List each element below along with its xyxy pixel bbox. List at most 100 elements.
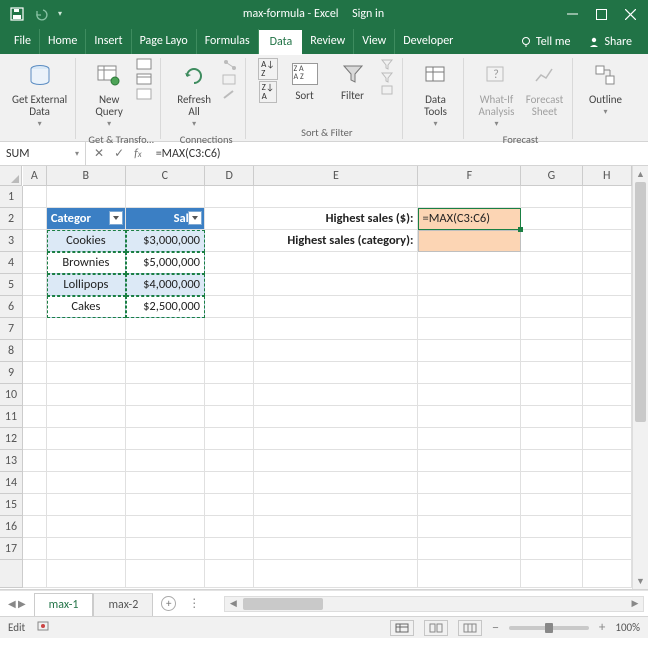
sheet-tab-max-2[interactable]: max-2	[93, 593, 153, 616]
reapply-icon[interactable]	[380, 71, 396, 83]
tab-developer[interactable]: Developer	[395, 29, 461, 54]
sort-desc-button[interactable]: Z↓A	[259, 81, 277, 103]
get-external-data-button[interactable]: Get External Data▾	[10, 58, 69, 131]
table-cell[interactable]: Cookies	[47, 230, 126, 252]
row-header[interactable]: 8	[0, 340, 22, 362]
row-header[interactable]: 15	[0, 494, 22, 516]
edit-links-icon[interactable]	[221, 88, 239, 102]
zoom-level[interactable]: 100%	[615, 621, 640, 634]
row-header[interactable]	[0, 560, 22, 588]
what-if-button[interactable]: ? What-If Analysis▾	[476, 58, 518, 131]
table-cell[interactable]: $3,000,000	[126, 230, 205, 252]
tab-data[interactable]: Data	[259, 30, 303, 55]
row-header[interactable]: 1	[0, 186, 22, 208]
hscroll-thumb[interactable]	[243, 598, 323, 610]
filter-dropdown-icon[interactable]	[109, 211, 123, 225]
outline-button[interactable]: Outline▾	[585, 58, 627, 119]
row-header[interactable]: 11	[0, 406, 22, 428]
scroll-thumb[interactable]	[635, 182, 646, 422]
minimize-icon[interactable]	[567, 9, 578, 20]
sign-in-link[interactable]: Sign in	[352, 7, 384, 21]
cell-area[interactable]: Categor Sales Highest sales ($): =MAX(C3…	[23, 186, 632, 588]
scroll-right-icon[interactable]: ▶	[627, 598, 643, 609]
col-header[interactable]: B	[47, 166, 126, 185]
row-header[interactable]: 17	[0, 538, 22, 560]
tab-home[interactable]: Home	[40, 29, 86, 54]
col-header[interactable]: G	[521, 166, 582, 185]
tab-pagelayout[interactable]: Page Layo	[132, 29, 197, 54]
sort-asc-button[interactable]: A↓Z	[258, 58, 277, 80]
cell-F3[interactable]	[418, 230, 521, 252]
col-header[interactable]: F	[418, 166, 521, 185]
normal-view-button[interactable]	[390, 620, 414, 636]
advanced-icon[interactable]	[380, 84, 396, 96]
formula-input[interactable]: =MAX(C3:C6)	[150, 147, 648, 161]
col-header[interactable]: D	[205, 166, 254, 185]
fx-icon[interactable]: fx	[134, 147, 142, 161]
recent-sources-icon[interactable]	[136, 88, 154, 102]
scroll-up-icon[interactable]: ▲	[633, 166, 648, 182]
col-header[interactable]: A	[23, 166, 47, 185]
filter-button[interactable]: Filter	[332, 58, 374, 104]
tab-review[interactable]: Review	[302, 29, 354, 54]
sheet-nav-buttons[interactable]: ◀ ▶	[0, 597, 34, 610]
filter-dropdown-icon[interactable]	[188, 211, 202, 225]
data-tools-button[interactable]: Data Tools▾	[415, 58, 457, 131]
row-header[interactable]: 2	[0, 208, 22, 230]
show-queries-icon[interactable]	[136, 58, 154, 72]
table-cell[interactable]: $5,000,000	[126, 252, 205, 274]
close-icon[interactable]	[625, 9, 636, 20]
row-header[interactable]: 12	[0, 428, 22, 450]
save-icon[interactable]	[10, 7, 24, 21]
maximize-icon[interactable]	[596, 9, 607, 20]
sort-button[interactable]: Z AA Z Sort	[284, 58, 326, 104]
tab-formulas[interactable]: Formulas	[197, 29, 259, 54]
connections-icon[interactable]	[221, 58, 239, 72]
row-header[interactable]: 7	[0, 318, 22, 340]
table-cell[interactable]: $4,000,000	[126, 274, 205, 296]
table-header-category[interactable]: Categor	[47, 208, 126, 230]
cancel-formula-icon[interactable]: ✕	[94, 146, 104, 161]
row-header[interactable]: 5	[0, 274, 22, 296]
zoom-out-button[interactable]: −	[492, 619, 499, 636]
col-header[interactable]: C	[126, 166, 205, 185]
share-button[interactable]: Share	[578, 30, 642, 54]
row-header[interactable]: 6	[0, 296, 22, 318]
tab-view[interactable]: View	[354, 29, 395, 54]
sheet-tab-max-1[interactable]: max-1	[34, 593, 94, 616]
clear-icon[interactable]	[380, 58, 396, 70]
row-header[interactable]: 16	[0, 516, 22, 538]
enter-formula-icon[interactable]: ✓	[114, 146, 124, 161]
select-all-corner[interactable]	[0, 166, 22, 186]
scroll-down-icon[interactable]: ▼	[633, 573, 648, 589]
macro-record-icon[interactable]	[37, 620, 51, 635]
table-cell[interactable]: Cakes	[47, 296, 126, 318]
row-header[interactable]: 13	[0, 450, 22, 472]
table-cell[interactable]: $2,500,000	[126, 296, 205, 318]
page-layout-view-button[interactable]	[424, 620, 448, 636]
tab-insert[interactable]: Insert	[86, 29, 131, 54]
horizontal-scrollbar[interactable]: ◀ ▶	[224, 596, 644, 612]
new-sheet-button[interactable]: +	[161, 596, 176, 611]
tell-me[interactable]: Tell me	[512, 30, 579, 54]
row-header[interactable]: 14	[0, 472, 22, 494]
zoom-in-button[interactable]: +	[599, 620, 605, 635]
zoom-slider-thumb[interactable]	[545, 623, 553, 633]
forecast-sheet-button[interactable]: Forecast Sheet	[524, 58, 566, 120]
col-header[interactable]: E	[254, 166, 418, 185]
undo-icon[interactable]	[34, 7, 48, 21]
zoom-slider[interactable]	[509, 626, 589, 630]
table-cell[interactable]: Brownies	[47, 252, 126, 274]
scroll-left-icon[interactable]: ◀	[225, 598, 241, 609]
row-header[interactable]: 3	[0, 230, 22, 252]
namebox-dropdown-icon[interactable]: ▾	[75, 149, 79, 159]
row-header[interactable]: 10	[0, 384, 22, 406]
refresh-all-button[interactable]: Refresh All▾	[173, 58, 215, 131]
from-table-icon[interactable]	[136, 73, 154, 87]
vertical-scrollbar[interactable]: ▲ ▼	[632, 166, 648, 589]
properties-icon[interactable]	[221, 73, 239, 87]
table-cell[interactable]: Lollipops	[47, 274, 126, 296]
name-box[interactable]: SUM▾	[0, 142, 86, 165]
cell-F2-editing[interactable]: =MAX(C3:C6)	[418, 208, 521, 230]
page-break-view-button[interactable]	[458, 620, 482, 636]
